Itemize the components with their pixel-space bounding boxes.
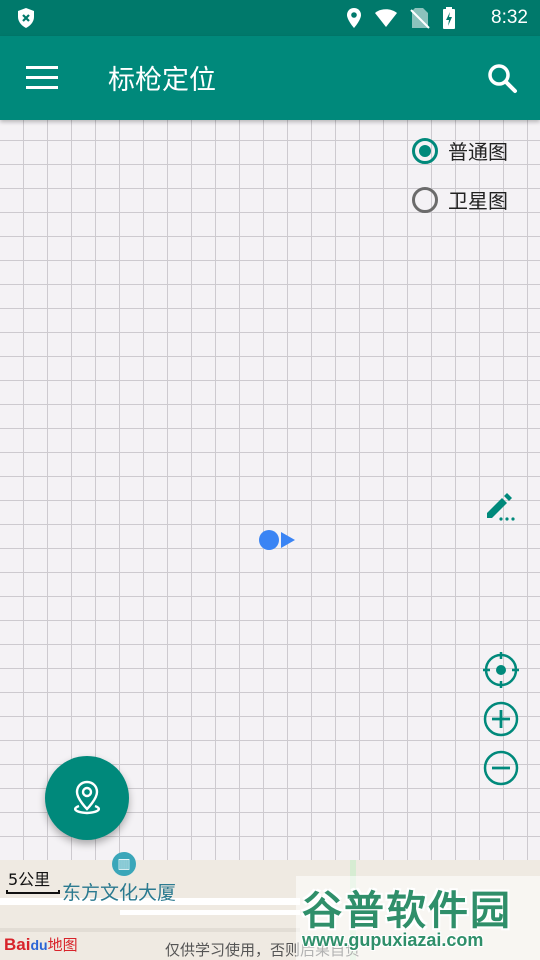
- map-view[interactable]: [0, 120, 540, 860]
- map-type-normal-label: 普通图: [448, 140, 508, 164]
- radio-normal[interactable]: [412, 137, 438, 164]
- direction-arrow-icon: [281, 532, 295, 548]
- wifi-icon: [374, 8, 398, 32]
- current-location-dot: [259, 530, 279, 550]
- page-title: 标枪定位: [108, 65, 216, 96]
- watermark-url: www.gupuxiazai.com: [302, 930, 484, 950]
- building-icon: ▥: [112, 852, 136, 876]
- scale-label: 5公里: [8, 870, 51, 889]
- baidu-logo: Baidu地图: [4, 934, 78, 955]
- watermark: 谷普软件园 www.gupuxiazai.com: [296, 876, 540, 960]
- zoom-in-icon[interactable]: [482, 700, 520, 742]
- map-type-satellite[interactable]: 卫星图: [412, 185, 508, 214]
- baidu-logo-text: Bai: [4, 935, 31, 954]
- locate-icon[interactable]: [482, 651, 520, 693]
- poi-label[interactable]: 东方文化大厦: [62, 878, 176, 905]
- map-type-normal[interactable]: 普通图: [412, 136, 508, 165]
- shield-icon: [16, 7, 36, 33]
- map-type-satellite-label: 卫星图: [448, 189, 508, 213]
- baidu-logo-paw: du: [30, 937, 48, 953]
- battery-icon: [442, 7, 456, 33]
- scale-bar: [6, 890, 60, 894]
- radio-satellite[interactable]: [412, 186, 438, 213]
- app-bar: 标枪定位: [0, 36, 540, 120]
- location-status-icon: [346, 7, 362, 33]
- watermark-title: 谷普软件园: [302, 888, 512, 934]
- status-time: 8:32: [491, 7, 528, 28]
- menu-icon[interactable]: [26, 66, 58, 90]
- no-sim-icon: [410, 7, 430, 33]
- search-icon[interactable]: [486, 62, 518, 98]
- zoom-out-icon[interactable]: [482, 749, 520, 791]
- edit-icon[interactable]: [484, 490, 518, 526]
- status-bar: 8:32: [0, 0, 540, 36]
- location-fab-button[interactable]: [45, 756, 129, 840]
- map-pin-icon: [74, 780, 100, 815]
- baidu-logo-map: 地图: [47, 937, 78, 954]
